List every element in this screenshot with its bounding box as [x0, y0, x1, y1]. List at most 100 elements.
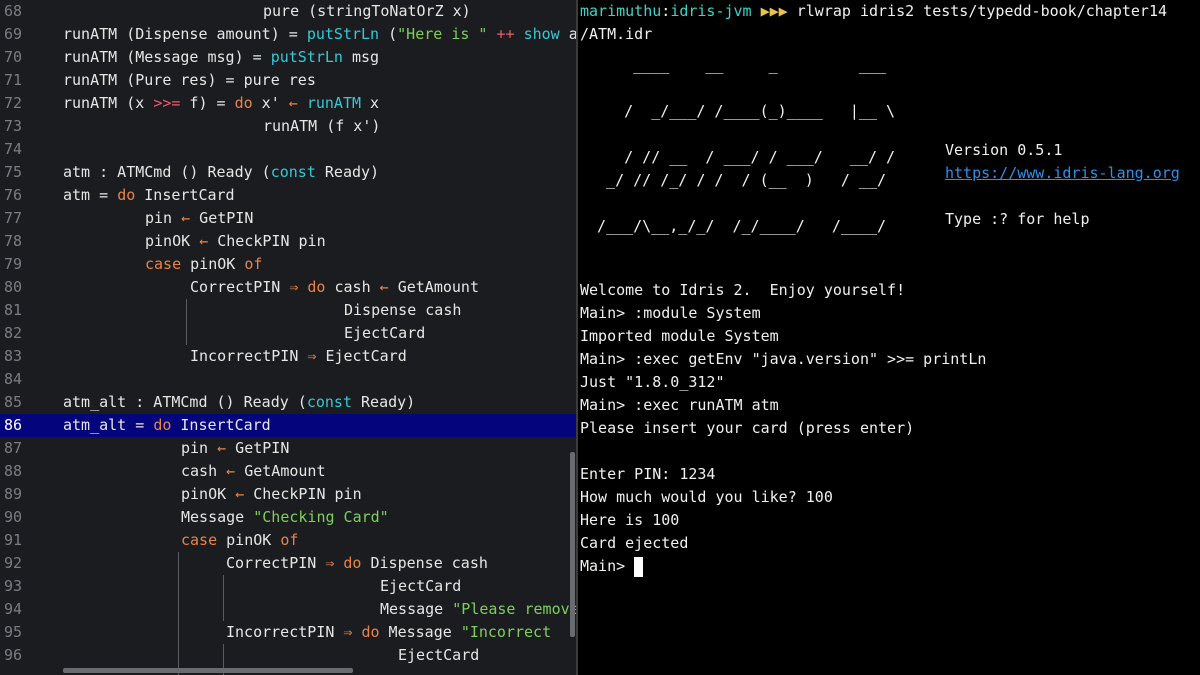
code-line[interactable]: 72 runATM (x >>= f) = do x' ← runATM x: [0, 92, 576, 115]
code-line[interactable]: 93 EjectCard: [0, 575, 576, 598]
idris-website-link[interactable]: https://www.idris-lang.org: [945, 162, 1180, 185]
line-number: 85: [4, 393, 23, 411]
code-line[interactable]: 96 EjectCard: [0, 644, 576, 667]
terminal-output-line: Here is 100: [580, 511, 680, 529]
banner-line: _/ // /_/ / / / (__ ) / __/: [588, 171, 887, 189]
indent-guide: [186, 299, 187, 345]
line-number: 74: [4, 140, 23, 158]
line-number: 93: [4, 577, 23, 595]
code-line[interactable]: 70 runATM (Message msg) = putStrLn msg: [0, 46, 576, 69]
prompt-arrows-icon: ▶▶▶: [760, 2, 788, 20]
code-line[interactable]: 92 CorrectPIN ⇒ do Dispense cash: [0, 552, 576, 575]
code-text: EjectCard: [380, 577, 462, 595]
code-text: IncorrectPIN ⇒ EjectCard: [190, 347, 407, 365]
repl-input-line[interactable]: Main>: [580, 555, 644, 578]
line-number: 82: [4, 324, 23, 342]
code-text: atm_alt : ATMCmd () Ready (const Ready): [63, 393, 416, 411]
code-text: EjectCard: [344, 324, 426, 342]
line-number: 96: [4, 646, 23, 664]
code-line[interactable]: 81 Dispense cash: [0, 299, 576, 322]
line-number: 92: [4, 554, 23, 572]
line-number: 72: [4, 94, 23, 112]
vertical-scrollbar[interactable]: [570, 452, 575, 637]
code-line[interactable]: 69 runATM (Dispense amount) = putStrLn ("…: [0, 23, 576, 46]
code-text: runATM (x >>= f) = do x' ← runATM x: [63, 94, 380, 112]
code-line[interactable]: 73 runATM (f x'): [0, 115, 576, 138]
prompt-separator: :: [661, 2, 671, 20]
repl-prompt: Main>: [580, 557, 635, 575]
terminal-output-line: Card ejected: [580, 534, 689, 552]
terminal-output-line: Please insert your card (press enter): [580, 419, 915, 437]
code-editor-pane[interactable]: 68 pure (stringToNatOrZ x) 69 runATM (Dispe…: [0, 0, 576, 675]
code-text: pure (stringToNatOrZ x): [263, 2, 471, 20]
code-text: Message "Checking Card": [181, 508, 389, 526]
code-text: atm : ATMCmd () Ready (const Ready): [63, 163, 380, 181]
shell-prompt-line: marimuthu:idris-jvm ▶▶▶ rlwrap idris2 te…: [580, 0, 1167, 23]
code-text: runATM (Message msg) = putStrLn msg: [63, 48, 380, 66]
help-hint: Type :? for help: [945, 210, 1090, 228]
terminal-output-line: Just "1.8.0_312": [580, 373, 725, 391]
shell-command-continued: /ATM.idr: [580, 25, 653, 43]
banner-line: / _/___/ /____(_)____ |__ \: [588, 102, 896, 120]
code-text: case pinOK of: [181, 531, 299, 549]
code-line[interactable]: 85 atm_alt : ATMCmd () Ready (const Ready…: [0, 391, 576, 414]
banner-line: ____ __ _ ___: [588, 56, 887, 74]
code-text: Message "Please remove: [380, 600, 576, 618]
code-line[interactable]: 74: [0, 138, 576, 161]
code-text: atm = do InsertCard: [63, 186, 235, 204]
code-text: pin ← GetPIN: [181, 439, 290, 457]
code-line[interactable]: 89 pinOK ← CheckPIN pin: [0, 483, 576, 506]
line-number: 69: [4, 25, 23, 43]
code-text: runATM (Pure res) = pure res: [63, 71, 316, 89]
code-line[interactable]: 83 IncorrectPIN ⇒ EjectCard: [0, 345, 576, 368]
banner-line: /___/\__,_/_/ /_/____/ /____/: [588, 217, 887, 235]
banner-line: / // __ / ___/ / ___/ __/ /: [588, 148, 896, 166]
code-line[interactable]: 80 CorrectPIN ⇒ do cash ← GetAmount: [0, 276, 576, 299]
code-text: Dispense cash: [344, 301, 462, 319]
code-text: atm_alt = do InsertCard: [63, 416, 271, 434]
line-number: 68: [4, 2, 23, 20]
code-line[interactable]: 76 atm = do InsertCard: [0, 184, 576, 207]
terminal-output-line: Enter PIN: 1234: [580, 465, 716, 483]
code-line[interactable]: 88 cash ← GetAmount: [0, 460, 576, 483]
code-text: runATM (Dispense amount) = putStrLn ("He…: [63, 25, 576, 43]
line-number: 79: [4, 255, 23, 273]
indent-guide: [223, 575, 224, 621]
line-number: 94: [4, 600, 23, 618]
line-number: 95: [4, 623, 23, 641]
code-line-current[interactable]: 86 atm_alt = do InsertCard: [0, 414, 576, 437]
line-number: 71: [4, 71, 23, 89]
code-line[interactable]: 79 case pinOK of: [0, 253, 576, 276]
code-line[interactable]: 94 Message "Please remove: [0, 598, 576, 621]
line-number: 83: [4, 347, 23, 365]
line-number: 78: [4, 232, 23, 250]
line-number: 70: [4, 48, 23, 66]
line-number: 84: [4, 370, 23, 388]
line-number: 77: [4, 209, 23, 227]
code-line[interactable]: 84: [0, 368, 576, 391]
code-line[interactable]: 87 pin ← GetPIN: [0, 437, 576, 460]
indent-guide: [178, 552, 179, 675]
prompt-host: idris-jvm: [670, 2, 752, 20]
line-number: 87: [4, 439, 23, 457]
terminal-output-line: How much would you like? 100: [580, 488, 833, 506]
terminal-output-line: Welcome to Idris 2. Enjoy yourself!: [580, 281, 906, 299]
terminal-pane[interactable]: marimuthu:idris-jvm ▶▶▶ rlwrap idris2 te…: [578, 0, 1200, 675]
code-line[interactable]: 90 Message "Checking Card": [0, 506, 576, 529]
code-text: cash ← GetAmount: [181, 462, 326, 480]
code-line[interactable]: 82 EjectCard: [0, 322, 576, 345]
horizontal-scrollbar[interactable]: [63, 668, 353, 673]
code-line[interactable]: 68 pure (stringToNatOrZ x): [0, 0, 576, 23]
code-text: pin ← GetPIN: [145, 209, 254, 227]
version-text: Version 0.5.1: [945, 141, 1063, 159]
line-number: 86: [4, 416, 23, 434]
code-line[interactable]: 91 case pinOK of: [0, 529, 576, 552]
code-line[interactable]: 78 pinOK ← CheckPIN pin: [0, 230, 576, 253]
code-text: CorrectPIN ⇒ do cash ← GetAmount: [190, 278, 479, 296]
code-line[interactable]: 77 pin ← GetPIN: [0, 207, 576, 230]
code-line[interactable]: 95 IncorrectPIN ⇒ do Message "Incorrect: [0, 621, 576, 644]
code-line[interactable]: 75 atm : ATMCmd () Ready (const Ready): [0, 161, 576, 184]
code-text: case pinOK of: [145, 255, 263, 273]
line-number: 73: [4, 117, 23, 135]
code-line[interactable]: 71 runATM (Pure res) = pure res: [0, 69, 576, 92]
